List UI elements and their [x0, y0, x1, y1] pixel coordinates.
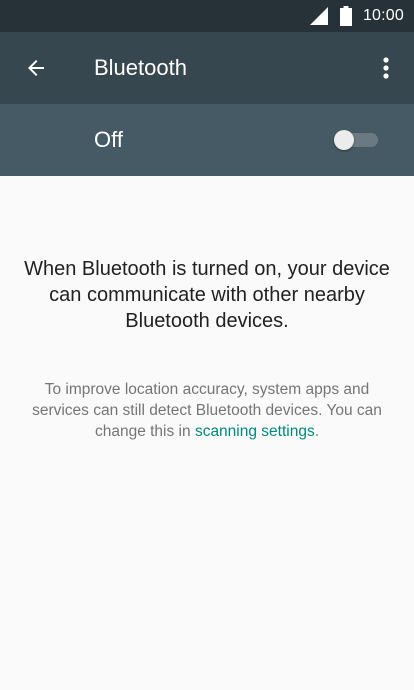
signal-icon: [309, 7, 328, 25]
bluetooth-master-switch-bar[interactable]: Off: [0, 104, 414, 176]
back-button[interactable]: [18, 50, 54, 86]
toggle-thumb: [334, 130, 354, 150]
overflow-menu-icon: [383, 57, 389, 79]
bluetooth-off-message: When Bluetooth is turned on, your device…: [24, 258, 390, 332]
scanning-info-end: .: [314, 423, 320, 440]
overflow-menu-button[interactable]: [374, 52, 398, 84]
back-arrow-icon: [28, 60, 44, 76]
scanning-settings-link[interactable]: scanning settings: [195, 423, 315, 440]
status-bar: 10:00: [0, 0, 414, 32]
content-area: When Bluetooth is turned on, your device…: [0, 176, 414, 690]
page-title: Bluetooth: [94, 55, 187, 80]
bluetooth-toggle[interactable]: [334, 130, 380, 150]
battery-icon: [339, 6, 352, 26]
app-bar: Bluetooth: [0, 32, 414, 104]
clock: 10:00: [362, 7, 404, 24]
switch-label: Off: [94, 127, 123, 152]
status-icons: 10:00: [309, 0, 404, 32]
scanning-info-message: To improve location accuracy, system app…: [22, 379, 392, 442]
